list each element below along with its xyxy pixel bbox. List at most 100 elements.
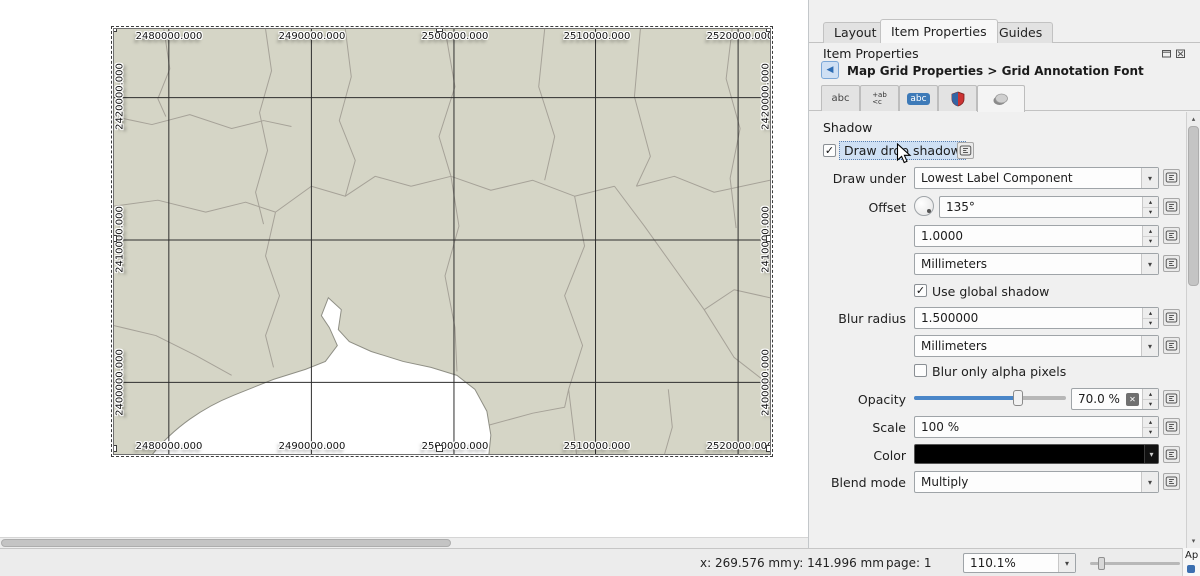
breadcrumb-row: ◀ Map Grid Properties > Grid Annotation … [809,61,1200,81]
blur-units-combo[interactable]: Millimeters ▾ [914,335,1159,357]
vertical-scrollbar-thumb[interactable] [1188,126,1199,286]
mouse-cursor [896,143,912,165]
vertical-scrollbar[interactable]: ▴ ▾ [1186,112,1200,548]
data-defined-override-button[interactable] [1163,255,1180,272]
map-item[interactable]: 2480000.000 2490000.000 2500000.000 2510… [113,28,771,455]
data-defined-override-button[interactable] [1163,169,1180,186]
data-defined-override-button[interactable] [1163,198,1180,215]
data-defined-override-button[interactable] [957,142,974,159]
data-defined-override-button[interactable] [1163,309,1180,326]
blend-mode-combo[interactable]: Multiply ▾ [914,471,1159,493]
check-icon: ✓ [825,145,834,156]
tab-shadow[interactable] [977,85,1025,112]
back-button[interactable]: ◀ [821,61,839,79]
selection-handle[interactable] [436,28,443,32]
offset-distance-spinbox[interactable]: 1.0000 ▴▾ [914,225,1159,247]
tab-buffer[interactable] [938,85,977,111]
cursor-x-readout: x: 269.576 mm [700,556,792,570]
data-defined-override-button[interactable] [1163,390,1180,407]
offset-units-value: Millimeters [915,254,1158,274]
selection-handle[interactable] [766,445,771,452]
blur-radius-label: Blur radius [809,311,906,326]
spin-up-icon: ▴ [1143,226,1158,237]
spin-buttons[interactable]: ▴▾ [1142,308,1158,328]
text-format-icon: abc [832,93,850,104]
tab-text-format[interactable]: abc [821,85,860,111]
close-icon[interactable] [1175,48,1186,59]
scale-label: Scale [809,420,906,435]
undock-icon[interactable] [1161,48,1172,59]
opacity-slider-handle[interactable] [1013,390,1023,406]
spin-up-icon: ▴ [1143,417,1158,428]
corner-label: Ap [1185,550,1198,561]
expression-icon [1165,171,1178,184]
blur-alpha-checkbox[interactable] [914,364,927,377]
draw-drop-shadow-checkbox[interactable]: ✓ [823,144,836,157]
tab-layout[interactable]: Layout [823,22,888,43]
tab-item-properties[interactable]: Item Properties [880,19,998,43]
expression-icon [1165,311,1178,324]
selection-handle[interactable] [113,28,117,32]
selection-handle[interactable] [113,235,117,242]
offset-units-combo[interactable]: Millimeters ▾ [914,253,1159,275]
blur-alpha-label[interactable]: Blur only alpha pixels [932,364,1066,379]
clear-icon[interactable]: ✕ [1126,393,1139,406]
scroll-down-icon[interactable]: ▾ [1187,535,1200,547]
data-defined-override-button[interactable] [1163,473,1180,490]
spin-buttons[interactable]: ▴▾ [1142,197,1158,217]
formatting-icon: +ab<c [872,92,887,106]
selection-handle[interactable] [766,28,771,32]
offset-angle-dial[interactable] [914,196,934,216]
chevron-down-icon: ▾ [1141,254,1158,274]
grid-annotation: 2490000.000 [279,441,346,452]
background-icon: abc [907,93,929,105]
expression-icon [1165,392,1178,405]
grid-annotation: 2400000.000 [115,348,126,418]
grid-annotation: 2510000.000 [564,441,631,452]
blur-radius-spinbox[interactable]: 1.500000 ▴▾ [914,307,1159,329]
tab-guides[interactable]: Guides [988,22,1053,43]
draw-under-value: Lowest Label Component [915,168,1158,188]
selection-handle[interactable] [766,235,771,242]
spin-buttons[interactable]: ▴▾ [1142,389,1158,409]
offset-angle-spinbox[interactable]: 135° ▴▾ [939,196,1159,218]
shadow-ellipse-icon [992,91,1010,107]
chevron-down-icon[interactable]: ▾ [1144,445,1158,463]
zoom-slider-handle[interactable] [1098,557,1105,570]
blur-radius-value: 1.500000 [915,308,1158,328]
horizontal-scrollbar-thumb[interactable] [1,539,451,547]
spin-buttons[interactable]: ▴▾ [1142,226,1158,246]
selection-handle[interactable] [436,445,443,452]
spin-up-icon: ▴ [1143,197,1158,208]
grid-annotation: 2500000.000 [422,31,489,42]
opacity-slider[interactable] [914,396,1066,400]
scroll-up-icon[interactable]: ▴ [1187,113,1200,125]
data-defined-override-button[interactable] [1163,418,1180,435]
horizontal-scrollbar[interactable] [0,537,808,548]
use-global-shadow-checkbox[interactable]: ✓ [914,284,927,297]
draw-under-combo[interactable]: Lowest Label Component ▾ [914,167,1159,189]
grid-annotation: 2420000.000 [761,62,772,132]
expression-icon [1165,257,1178,270]
spin-up-icon: ▴ [1143,389,1158,400]
data-defined-override-button[interactable] [1163,337,1180,354]
spin-down-icon: ▾ [1143,400,1158,410]
use-global-shadow-label[interactable]: Use global shadow [932,284,1049,299]
spin-buttons[interactable]: ▴▾ [1142,417,1158,437]
chevron-down-icon: ▾ [1141,472,1158,492]
spin-down-icon: ▾ [1143,237,1158,247]
grid-annotation: 2500000.000 [422,441,489,452]
tab-formatting[interactable]: +ab<c [860,85,899,111]
layout-canvas[interactable]: 2480000.000 2490000.000 2500000.000 2510… [0,0,808,537]
cursor-y-readout: y: 141.996 mm [793,556,884,570]
zoom-combo[interactable]: 110.1% ▾ [963,553,1076,573]
tab-background[interactable]: abc [899,85,938,111]
shadow-color-button[interactable]: ▾ [914,444,1159,464]
selection-handle[interactable] [113,445,117,452]
opacity-spinbox[interactable]: 70.0 % ✕ ▴▾ [1071,388,1159,410]
expression-icon [1165,420,1178,433]
data-defined-override-button[interactable] [1163,227,1180,244]
scale-spinbox[interactable]: 100 % ▴▾ [914,416,1159,438]
data-defined-override-button[interactable] [1163,446,1180,463]
shield-icon [950,91,966,107]
